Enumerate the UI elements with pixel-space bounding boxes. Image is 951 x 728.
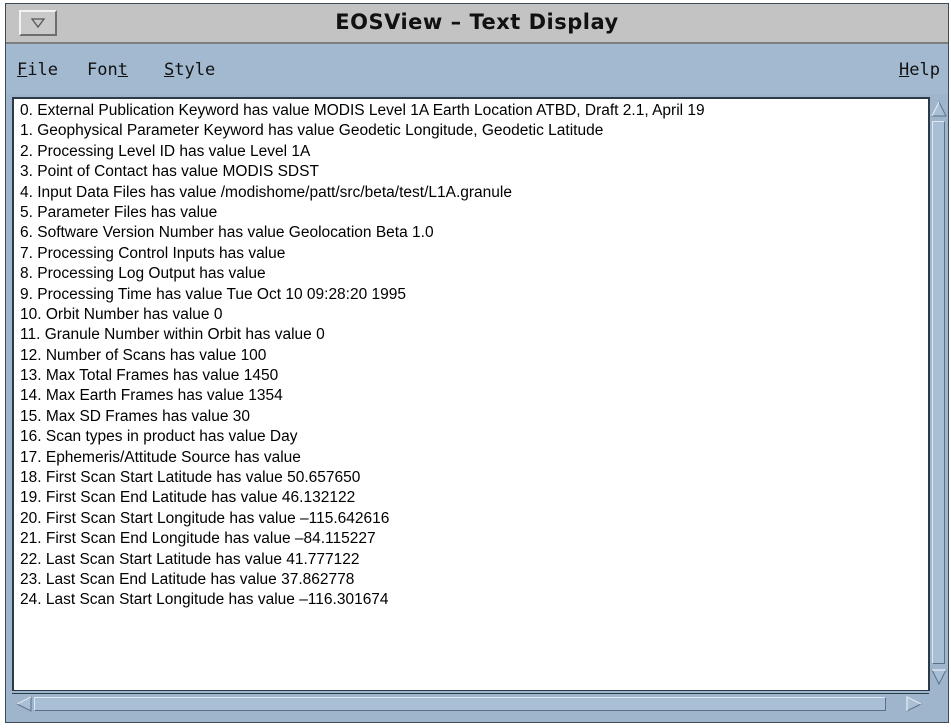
text-line: 10. Orbit Number has value 0 [20,305,223,323]
window-title: EOSView – Text Display [335,10,619,34]
scroll-left-button[interactable] [14,695,34,713]
menu-style[interactable]: Style [164,58,215,82]
text-line: 21. First Scan End Longitude has value –… [20,530,376,548]
text-line: 14. Max Earth Frames has value 1354 [20,387,283,405]
scroll-right-button[interactable] [904,695,924,713]
text-line: 18. First Scan Start Latitude has value … [20,469,361,487]
attribute-lines: 0. External Publication Keyword has valu… [20,101,928,611]
menu-font-mnemonic: t [117,60,128,80]
text-line: 13. Max Total Frames has value 1450 [20,367,279,385]
vertical-scroll-thumb[interactable] [932,121,945,664]
menu-bar: File Font Style Help [6,44,948,94]
scroll-down-button[interactable] [931,667,947,687]
menu-file[interactable]: File [17,58,58,82]
vertical-scrollbar[interactable] [929,97,948,691]
eosview-window: EOSView – Text Display File Font Style H… [5,3,949,723]
text-line: 19. First Scan End Latitude has value 46… [20,489,356,507]
menu-file-mnemonic: F [17,60,28,80]
text-line: 8. Processing Log Output has value [20,265,266,283]
menu-help-label: elp [909,60,940,80]
menu-font[interactable]: Font [87,58,128,82]
menu-font-label: Fon [87,60,118,80]
text-line: 3. Point of Contact has value MODIS SDST [20,163,319,181]
text-line: 16. Scan types in product has value Day [20,428,298,446]
text-line: 22. Last Scan Start Latitude has value 4… [20,550,360,568]
horizontal-scroll-thumb[interactable] [34,697,886,711]
scroll-up-arrow-icon [931,100,947,117]
text-line: 6. Software Version Number has value Geo… [20,224,434,242]
text-line: 5. Parameter Files has value [20,203,218,221]
text-line: 11. Granule Number within Orbit has valu… [20,326,325,344]
text-line: 24. Last Scan Start Longitude has value … [20,591,389,609]
text-line: 1. Geophysical Parameter Keyword has val… [20,122,604,140]
title-bar[interactable]: EOSView – Text Display [6,4,948,44]
text-line: 23. Last Scan End Latitude has value 37.… [20,570,355,588]
menu-help[interactable]: Help [899,58,940,82]
text-line: 2. Processing Level ID has value Level 1… [20,142,311,160]
menu-style-mnemonic: S [164,60,175,80]
scroll-right-arrow-icon [906,696,923,712]
scroll-left-arrow-icon [15,696,32,712]
text-line: 15. Max SD Frames has value 30 [20,407,251,425]
scroll-down-arrow-icon [931,669,947,686]
scroll-up-button[interactable] [931,99,947,119]
text-line: 4. Input Data Files has value /modishome… [20,183,512,201]
text-line: 12. Number of Scans has value 100 [20,346,267,364]
text-display-area[interactable]: 0. External Publication Keyword has valu… [12,97,929,691]
text-line: 17. Ephemeris/Attitude Source has value [20,448,301,466]
text-line: 0. External Publication Keyword has valu… [20,102,705,119]
menu-file-label: ile [27,60,58,80]
text-line: 9. Processing Time has value Tue Oct 10 … [20,285,407,303]
horizontal-scrollbar[interactable] [12,693,929,715]
text-line: 20. First Scan Start Longitude has value… [20,509,390,527]
menu-help-mnemonic: H [899,60,910,80]
text-line: 7. Processing Control Inputs has value [20,244,286,262]
menu-style-label: tyle [174,60,216,80]
